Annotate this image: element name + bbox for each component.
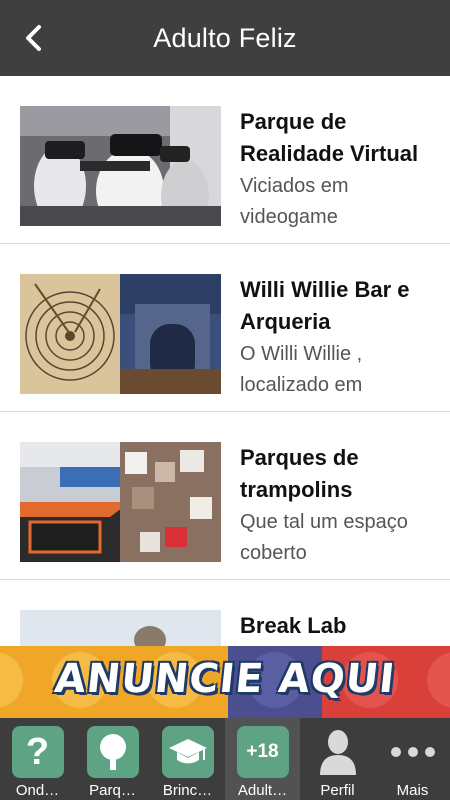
- item-description: O Willi Willie , localizado em: [240, 343, 363, 396]
- page-title: Adulto Feliz: [153, 22, 297, 53]
- nav-label: Brinc…: [162, 782, 213, 799]
- nav-label: Perfil: [320, 782, 355, 799]
- graduation-cap-icon: [161, 726, 214, 778]
- question-icon: ?: [11, 726, 64, 778]
- trampoline-park-thumbnail: [20, 442, 221, 562]
- nav-label: Ond…: [15, 782, 60, 799]
- item-title: Willi Willie Bar e Arqueria: [240, 277, 410, 334]
- break-lab-thumbnail: [20, 610, 221, 646]
- nav-item-brincadeiras[interactable]: Brinc…: [150, 718, 225, 800]
- nav-item-parques[interactable]: Parq…: [75, 718, 150, 800]
- back-button[interactable]: [18, 20, 48, 56]
- item-description: Que tal um espaço coberto: [240, 511, 408, 564]
- nav-item-onde[interactable]: ? Ond…: [0, 718, 75, 800]
- user-icon: [312, 726, 364, 778]
- tree-icon: [86, 726, 139, 778]
- item-description: Viciados em videogame: [240, 175, 349, 228]
- nav-item-perfil[interactable]: Perfil: [300, 718, 375, 800]
- nav-label: Mais: [396, 782, 429, 799]
- list-item[interactable]: Break Lab: [0, 580, 450, 646]
- activity-list: Parque de Realidade Virtual Viciados em …: [0, 76, 450, 646]
- item-title: Break Lab: [240, 613, 347, 638]
- item-title: Parques de trampolins: [240, 445, 359, 502]
- ad-text: ANUNCIE AQUI: [52, 656, 398, 702]
- archery-bar-thumbnail: [20, 274, 221, 394]
- nav-item-adulto[interactable]: +18 Adult…: [225, 718, 300, 800]
- nav-item-mais[interactable]: Mais: [375, 718, 450, 800]
- ad-banner[interactable]: ANUNCIE AQUI: [0, 646, 450, 718]
- app-header: Adulto Feliz: [0, 0, 450, 76]
- list-item[interactable]: Parques de trampolins Que tal um espaço …: [0, 412, 450, 580]
- chevron-left-icon: [26, 25, 41, 51]
- nav-label: Adult…: [237, 782, 288, 799]
- list-item[interactable]: Willi Willie Bar e Arqueria O Willi Will…: [0, 244, 450, 412]
- list-item[interactable]: Parque de Realidade Virtual Viciados em …: [0, 76, 450, 244]
- nav-label: Parq…: [89, 782, 136, 799]
- bottom-navigation: ? Ond… Parq… Brinc… +18 Adult… Perfil Ma…: [0, 718, 450, 800]
- more-dots-icon: [387, 726, 439, 778]
- item-title: Parque de Realidade Virtual: [240, 109, 419, 166]
- vr-park-thumbnail: [20, 106, 221, 226]
- plus-18-icon: +18: [236, 726, 289, 778]
